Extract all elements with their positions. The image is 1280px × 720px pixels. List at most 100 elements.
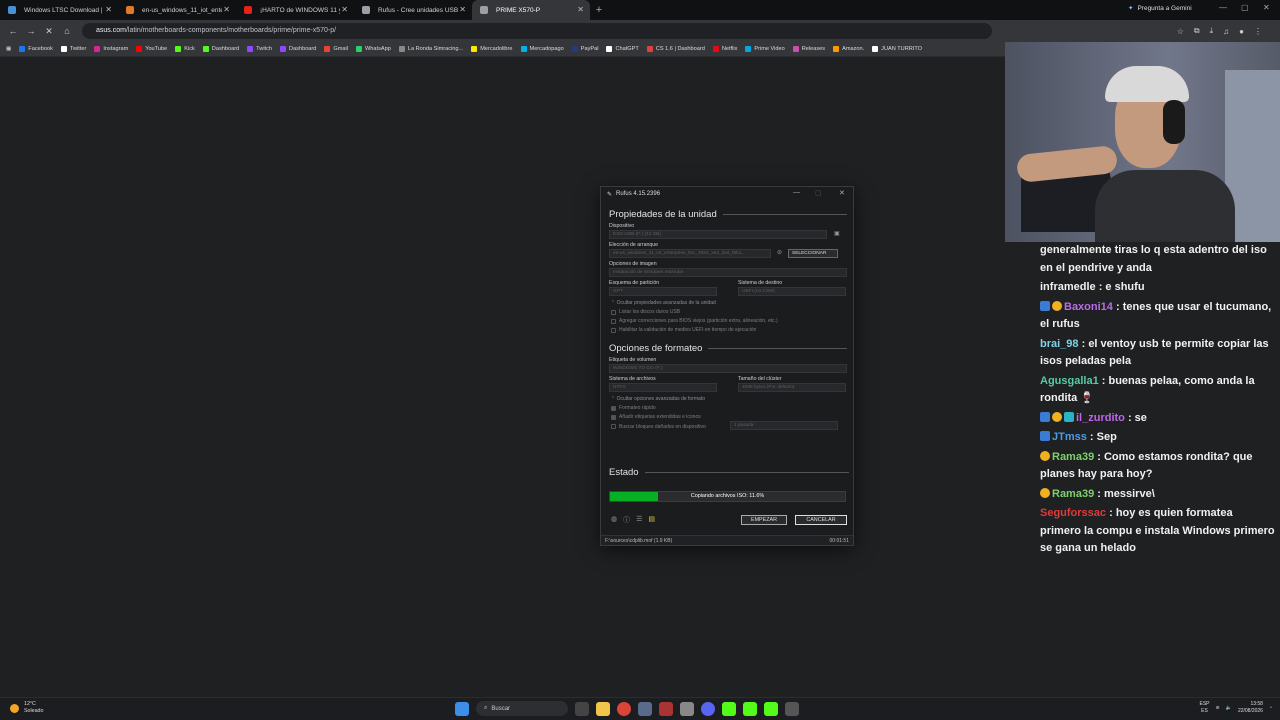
taskbar-search[interactable]: ⌕ Buscar [476,701,568,716]
bookmark-item[interactable]: Dashboard [280,46,316,52]
bookmark-star-icon[interactable]: ☆ [1177,27,1184,36]
browser-tab[interactable]: en-us_windows_11_iot_enterp ✕ [118,0,236,20]
notifications-icon[interactable]: ◔ [1269,705,1272,711]
bookmark-item[interactable]: Mercadopago [520,46,564,52]
adv-format-toggle[interactable]: ⌃ Ocultar opciones avanzadas de formato [611,396,853,402]
bookmark-item[interactable]: Gmail [324,46,348,52]
browser-tab[interactable]: Windows LTSC Download | MA✕ [0,0,118,20]
downloads-icon[interactable]: ⤓ [1210,26,1214,36]
chat-username[interactable]: inframedle [1040,281,1096,293]
profile-icon[interactable]: ● [1239,27,1244,36]
home-icon[interactable]: ⌂ [58,26,76,36]
bookmark-item[interactable]: Prime Video [745,46,785,52]
start-icon[interactable] [455,701,469,716]
fs-select[interactable]: NTFS [609,383,717,392]
list-usb-checkbox[interactable]: Listar los discos duros USB [611,309,853,315]
tab-close-icon[interactable]: ✕ [223,5,230,14]
bookmark-item[interactable]: WhatsApp [356,46,391,52]
menu-icon[interactable]: ⋮ [1254,27,1262,36]
tab-close-icon[interactable]: ✕ [105,5,112,14]
language-indicator[interactable]: ESP ES [1199,701,1209,715]
apps-icon[interactable]: ▦ [6,46,11,52]
bookmark-item[interactable]: Facebook [19,46,53,52]
forward-icon[interactable]: → [22,26,40,36]
uefi-validation-checkbox[interactable]: Habilitar la validación de medios UEFI e… [611,327,853,333]
task-view-icon[interactable] [575,701,589,716]
chrome-icon[interactable] [617,701,631,716]
chat-username[interactable]: Rama39 [1052,451,1094,463]
chat-username[interactable]: Baxoni14 [1064,301,1113,313]
language-icon[interactable]: ◍ [611,515,617,525]
device-select[interactable]: ESD-USB (F:) [32 GB] [609,230,827,239]
tab-close-icon[interactable]: ✕ [577,5,584,14]
bookmark-item[interactable]: ChatGPT [606,46,639,52]
quick-format-checkbox[interactable]: Formateo rápido [611,405,853,411]
kick-icon-2[interactable] [743,701,757,716]
back-icon[interactable]: ← [4,26,22,36]
bad-blocks-checkbox[interactable]: Buscar bloques dañados en dispositivo [611,424,706,430]
close-window-icon[interactable]: ✕ [1263,3,1270,12]
target-select[interactable]: UEFI (no CSM) [738,287,846,296]
chat-username[interactable]: Agusgalla1 [1040,375,1099,387]
rufus-close-icon[interactable]: ✕ [839,189,845,197]
adv-drive-toggle[interactable]: ⌃ Ocultar propiedades avanzadas de la un… [611,300,853,306]
cancel-button[interactable]: CANCELAR [795,515,847,525]
about-icon[interactable]: ⓘ [623,515,630,525]
chat-username[interactable]: Rama39 [1052,488,1094,500]
tab-close-icon[interactable]: ✕ [341,5,348,14]
simracing-app-icon[interactable] [659,701,673,716]
browser-tab[interactable]: PRIME X570-P ✕ [472,0,590,20]
bookmark-item[interactable]: Releases [792,46,825,52]
weather-widget[interactable]: 12°C Soleado [10,701,43,715]
gemini-button[interactable]: ✦ Pregunta a Gemini [1128,4,1192,13]
passes-select[interactable]: 1 pasada [729,421,838,430]
settings-icon[interactable]: ☰ [636,515,642,525]
chat-username[interactable]: JTmss [1052,431,1087,443]
address-bar[interactable]: asus.com/latin/motherboards-components/m… [82,23,992,39]
partition-select[interactable]: GPT [609,287,717,296]
rufus-minimize-icon[interactable]: — [793,189,800,196]
volume-icon[interactable]: 🔈 [1226,705,1232,711]
chat-username[interactable]: il_zurdito [1076,412,1125,424]
minimize-icon[interactable]: — [1219,3,1227,12]
save-drive-icon[interactable]: ▣ [834,230,840,239]
old-bios-checkbox[interactable]: Agregar correcciones para BIOS viejos (p… [611,318,853,324]
select-button[interactable]: SELECCIONAR [788,249,839,258]
maximize-icon[interactable]: ▢ [1241,3,1249,12]
rufus-taskbar-icon[interactable] [785,701,799,716]
bookmark-item[interactable]: Netflix [712,46,737,52]
start-button[interactable]: EMPEZAR [741,515,787,525]
new-tab-button[interactable]: + [590,4,608,16]
bookmark-item[interactable]: JUAN TURRITO [872,46,922,52]
kick-icon[interactable] [722,701,736,716]
log-icon[interactable]: ▤ [648,515,655,525]
bookmark-item[interactable]: Twitter [60,46,86,52]
file-explorer-icon[interactable] [596,701,610,716]
media-icon[interactable]: ♫ [1223,27,1229,36]
bookmark-item[interactable]: Amazon. [833,46,864,52]
browser-tab[interactable]: Rufus - Cree unidades USB arr✕ [354,0,472,20]
checksum-icon[interactable]: ⊘ [777,249,782,258]
bookmark-item[interactable]: Kick [175,46,195,52]
bookmark-item[interactable]: Dashboard [202,46,239,52]
bookmark-item[interactable]: CS 1.6 | Dashboard [646,46,705,52]
bookmark-item[interactable]: PayPal [571,46,598,52]
discord-icon[interactable] [701,701,715,716]
image-option-select[interactable]: Instalación de Windows estándar [609,268,847,277]
bookmark-item[interactable]: YouTube [136,46,167,52]
bookmark-item[interactable]: Mercadolibre [471,46,513,52]
cluster-select[interactable]: 4096 bytes (Por defecto) [738,383,846,392]
steam-icon[interactable] [638,701,652,716]
browser-tab[interactable]: ¡HARTO de WINDOWS 11 y Re✕ [236,0,354,20]
boot-select[interactable]: en-us_windows_11_iot_enterprise_ltsc_202… [609,249,771,258]
bookmark-item[interactable]: La Ronda Simracing... [398,46,463,52]
chat-username[interactable]: brai_98 [1040,338,1079,350]
stop-loading-icon[interactable]: ✕ [40,26,58,37]
tab-close-icon[interactable]: ✕ [459,5,466,14]
bookmark-item[interactable]: Twitch [247,46,272,52]
wifi-icon[interactable]: ≋ [1216,705,1220,711]
volume-input[interactable]: WINDOWS TO GO (F:) [609,364,847,373]
chat-username[interactable]: Seguforssac [1040,507,1106,519]
bookmark-item[interactable]: Instagram [94,46,128,52]
extensions-icon[interactable]: ⧉ [1194,26,1200,36]
